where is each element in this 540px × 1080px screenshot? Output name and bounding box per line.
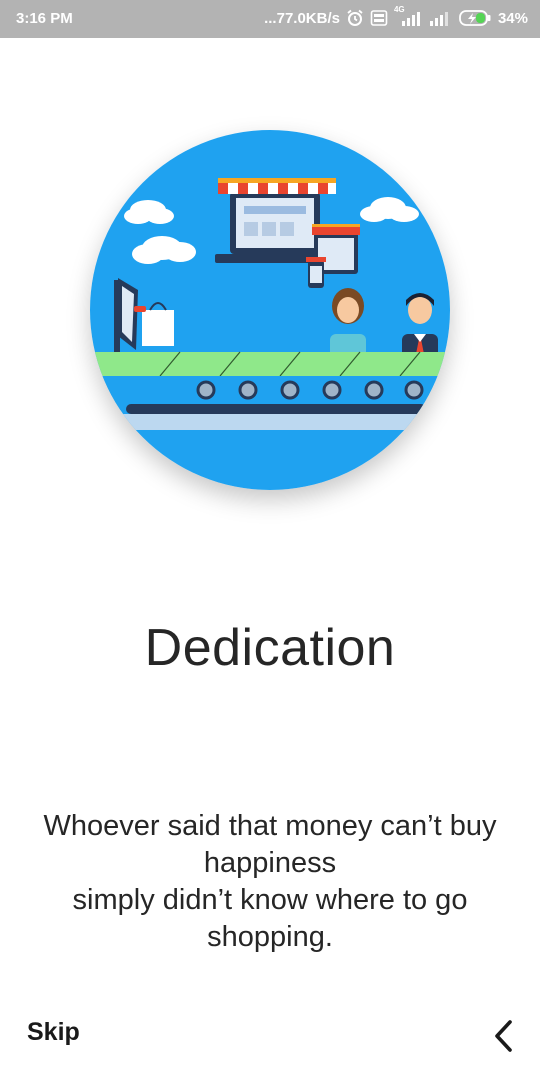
signal-icon	[429, 12, 448, 26]
quote-line: simply didn’t know where to go	[72, 884, 468, 916]
network-speed: ...77.0KB/s	[264, 9, 340, 27]
signal-4g-icon: 4G	[394, 5, 422, 27]
quote-line: happiness	[203, 847, 337, 879]
phone-store-icon	[306, 257, 326, 288]
online-shopping-illustration	[90, 130, 450, 490]
back-button[interactable]	[486, 1016, 522, 1056]
chevron-left-icon	[495, 1020, 512, 1052]
onboarding-title: Dedication	[144, 619, 396, 677]
status-right-group: ...77.0KB/s 4G 34%	[264, 5, 528, 27]
battery-charging-icon	[459, 10, 491, 26]
quote-line: shopping.	[207, 921, 333, 953]
skip-button[interactable]: Skip	[27, 1018, 80, 1047]
status-time: 3:16 PM	[16, 10, 73, 27]
alarm-icon	[347, 9, 363, 26]
battery-percent: 34%	[497, 9, 528, 27]
quote-line: Whoever said that money can’t buy	[43, 810, 497, 842]
onboarding-quote: Whoever said that money can’t buy happin…	[10, 808, 530, 956]
volte-icon	[370, 10, 388, 26]
status-bar: 3:16 PM ...77.0KB/s 4G 34%	[0, 0, 540, 38]
conveyor-belt-icon	[90, 351, 450, 430]
